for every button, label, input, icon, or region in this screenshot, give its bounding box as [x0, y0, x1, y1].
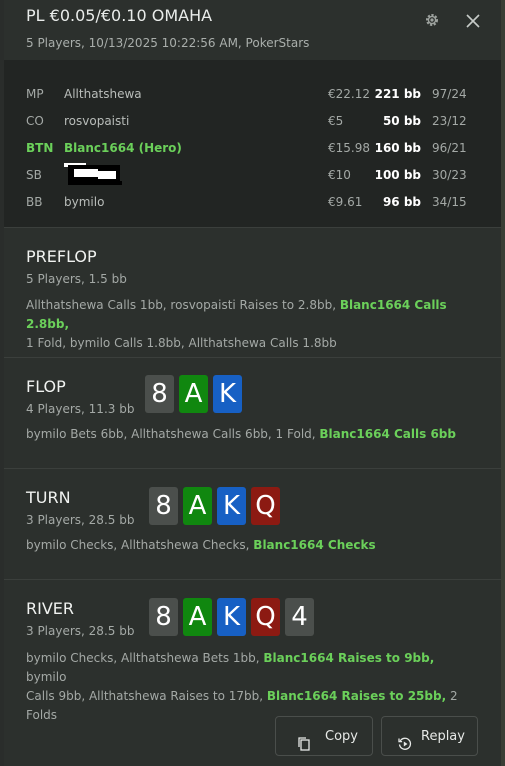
card: K — [217, 598, 246, 636]
player-stack: €22.12 — [328, 87, 370, 101]
action-text: bymilo Checks, Allthatshewa Checks, — [26, 538, 254, 552]
card: K — [217, 487, 246, 525]
player-row-hero: BTN Blanc1664 (Hero) €15.98 160 bb 96/21 — [4, 138, 501, 158]
street-actions: bymilo Checks, Allthatshewa Checks, Blan… — [26, 536, 476, 555]
street-actions: bymilo Bets 6bb, Allthatshewa Calls 6bb,… — [26, 425, 476, 444]
player-stack-bb: 100 bb — [374, 168, 421, 182]
street-summary: 3 Players, 28.5 bb — [26, 624, 135, 638]
player-name: bymilo — [64, 195, 105, 209]
redacted-name-mark — [64, 161, 122, 187]
hero-action: Blanc1664 Checks — [253, 538, 376, 552]
player-stack-bb: 96 bb — [382, 195, 421, 209]
hand-title: PL €0.05/€0.10 OMAHA — [26, 6, 213, 25]
street-title: RIVER — [26, 599, 75, 618]
replay-icon — [397, 729, 413, 750]
action-text: bymilo Checks, Allthatshewa Bets 1bb, — [26, 651, 264, 665]
player-stack-bb: 160 bb — [374, 141, 421, 155]
background-edge — [501, 0, 505, 766]
card: 4 — [285, 598, 314, 636]
player-row: MP Allthatshewa €22.12 221 bb 97/24 — [4, 84, 501, 104]
player-row: SB €10 100 bb 30/23 — [4, 163, 501, 185]
players-table: MP Allthatshewa €22.12 221 bb 97/24 CO r… — [4, 60, 501, 227]
card: 8 — [149, 487, 178, 525]
street-summary: 3 Players, 28.5 bb — [26, 513, 135, 527]
player-stats: 30/23 — [432, 168, 467, 182]
card: A — [183, 487, 212, 525]
replay-label: Replay — [421, 729, 465, 744]
street-title: FLOP — [26, 377, 66, 396]
player-position: MP — [26, 87, 44, 101]
player-stack: €15.98 — [328, 141, 370, 155]
player-position: BB — [26, 195, 43, 209]
card: Q — [251, 598, 280, 636]
preflop-section: PREFLOP 5 Players, 1.5 bb Allthatshewa C… — [4, 227, 501, 358]
player-stats: 97/24 — [432, 87, 467, 101]
hand-history-window: PL €0.05/€0.10 OMAHA 5 Players, 10/13/20… — [4, 0, 501, 766]
copy-icon — [296, 729, 312, 751]
action-text: bymilo Bets 6bb, Allthatshewa Calls 6bb,… — [26, 427, 320, 441]
action-text: Calls 9bb, Allthatshewa Raises to 17bb, — [26, 689, 267, 703]
gear-icon[interactable] — [424, 12, 444, 32]
replay-button[interactable]: Replay — [381, 716, 478, 756]
copy-button[interactable]: Copy — [275, 716, 373, 756]
player-position: SB — [26, 168, 42, 182]
street-summary: 5 Players, 1.5 bb — [26, 272, 127, 286]
title-bar: PL €0.05/€0.10 OMAHA 5 Players, 10/13/20… — [4, 0, 501, 60]
player-name: Allthatshewa — [64, 87, 142, 101]
card: A — [179, 375, 208, 413]
copy-label: Copy — [325, 729, 358, 744]
hero-action: Blanc1664 Raises to 25bb, — [266, 689, 447, 703]
player-stats: 34/15 — [432, 195, 467, 209]
street-title: PREFLOP — [26, 247, 97, 266]
flop-section: FLOP 4 Players, 11.3 bb 8 A K bymilo Bet… — [4, 357, 501, 469]
player-stack: €5 — [328, 114, 344, 128]
player-stack-bb: 50 bb — [382, 114, 421, 128]
player-stack-bb: 221 bb — [374, 87, 421, 101]
player-position: BTN — [26, 141, 54, 155]
player-row: CO rosvopaisti €5 50 bb 23/12 — [4, 111, 501, 131]
player-name: rosvopaisti — [64, 114, 130, 128]
card: 8 — [145, 375, 174, 413]
street-title: TURN — [26, 488, 71, 507]
hero-action: Blanc1664 Calls 6bb — [319, 427, 456, 441]
player-name: Blanc1664 (Hero) — [64, 141, 182, 155]
player-stats: 23/12 — [432, 114, 467, 128]
card: Q — [251, 487, 280, 525]
street-summary: 4 Players, 11.3 bb — [26, 402, 135, 416]
action-text: Allthatshewa Calls 1bb, rosvopaisti Rais… — [26, 298, 340, 312]
player-stack: €9.61 — [328, 195, 363, 209]
player-position: CO — [26, 114, 44, 128]
card: 8 — [149, 598, 178, 636]
street-actions: Allthatshewa Calls 1bb, rosvopaisti Rais… — [26, 296, 476, 353]
card: K — [213, 375, 242, 413]
card: A — [183, 598, 212, 636]
turn-section: TURN 3 Players, 28.5 bb 8 A K Q bymilo C… — [4, 468, 501, 580]
player-row: BB bymilo €9.61 96 bb 34/15 — [4, 192, 501, 212]
action-text: bymilo — [26, 670, 67, 684]
action-text: 1 Fold, bymilo Calls 1.8bb, Allthatshewa… — [26, 336, 337, 350]
player-stack: €10 — [328, 168, 351, 182]
street-actions: bymilo Checks, Allthatshewa Bets 1bb, Bl… — [26, 649, 476, 725]
hero-action: Blanc1664 Raises to 9bb, — [263, 651, 435, 665]
close-icon[interactable] — [464, 12, 484, 32]
player-stats: 96/21 — [432, 141, 467, 155]
hand-subtitle: 5 Players, 10/13/2025 10:22:56 AM, Poker… — [26, 36, 310, 50]
